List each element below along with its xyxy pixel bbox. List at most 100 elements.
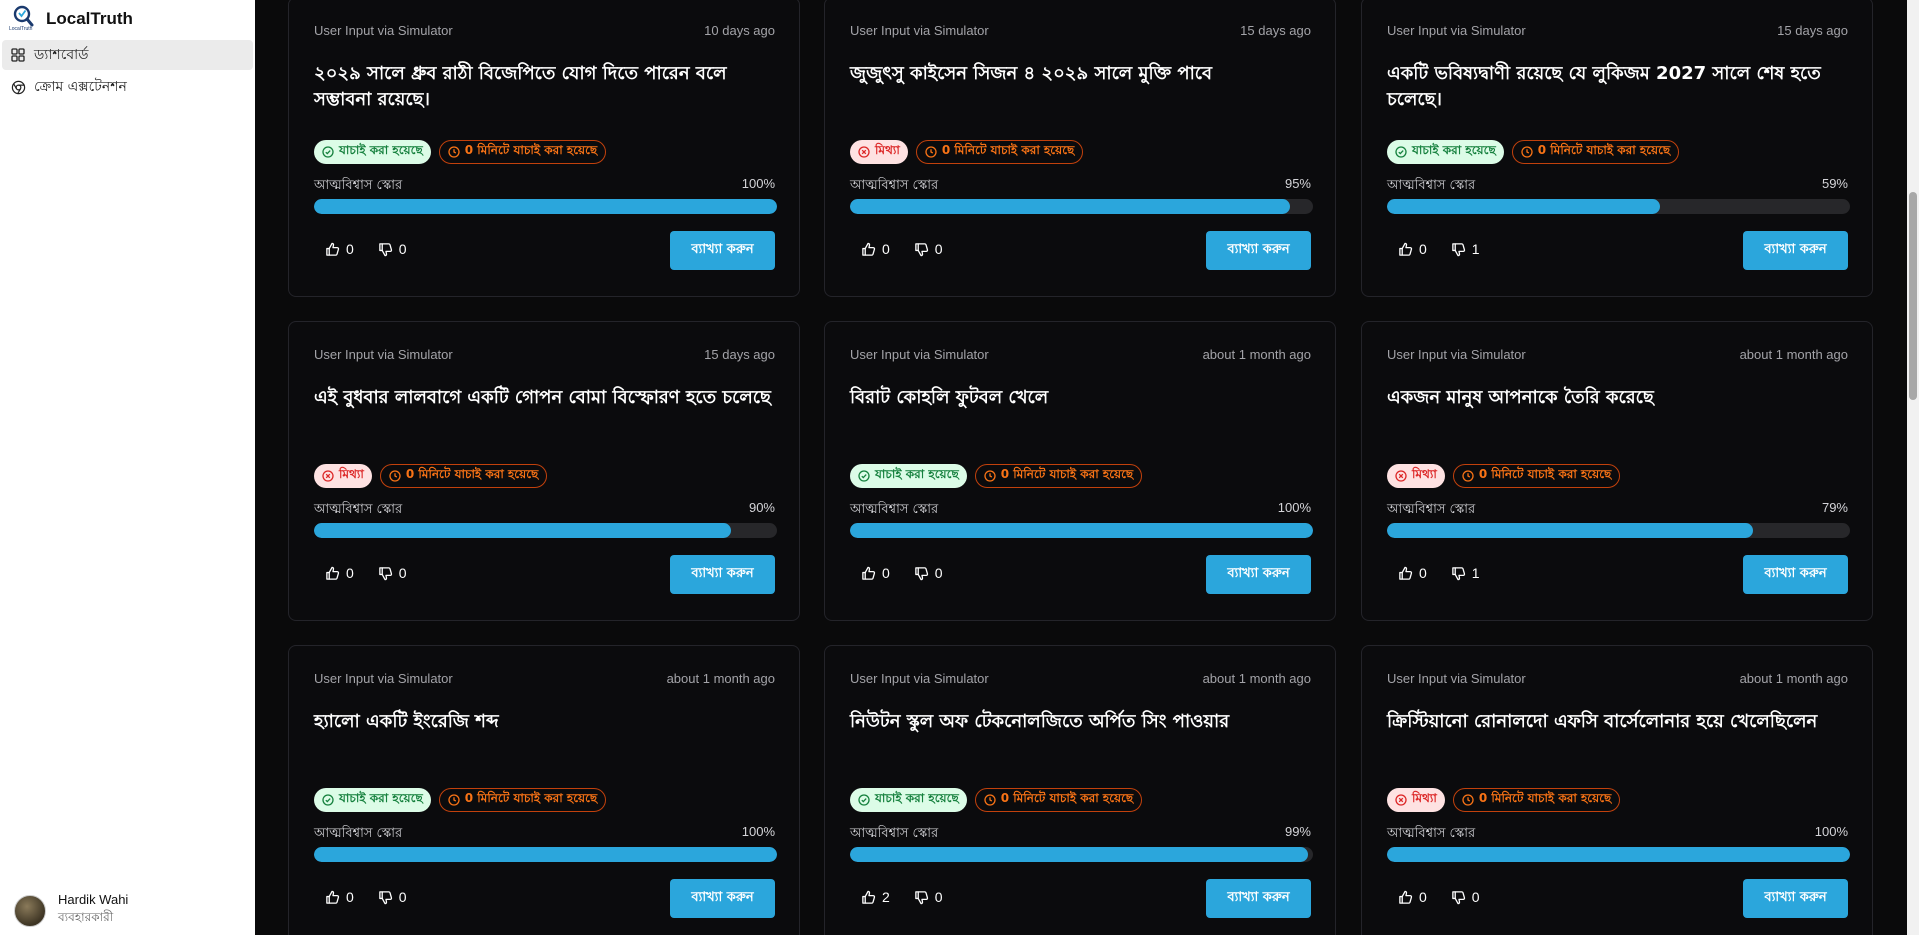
card-claim-title: ২০২৯ সালে ধ্রুব রাঠী বিজেপিতে যোগ দিতে প… bbox=[314, 63, 727, 110]
confidence-bar bbox=[314, 847, 777, 862]
downvote-button[interactable]: 0 bbox=[914, 889, 943, 905]
fact-check-card: User Input via Simulator 10 days ago ২০২৯ … bbox=[288, 0, 800, 297]
card-source: User Input via Simulator bbox=[850, 347, 989, 362]
card-claim-title: এই বুধবার লালবাগে একটি গোপন বোমা বিস্ফোর… bbox=[314, 387, 771, 408]
confidence-bar-fill bbox=[314, 199, 777, 214]
upvote-button[interactable]: 2 bbox=[861, 889, 890, 905]
sidebar-item-dashboard[interactable]: ড্যাশবোর্ড bbox=[2, 40, 253, 70]
x-circle-icon bbox=[858, 146, 870, 158]
card-source: User Input via Simulator bbox=[1387, 671, 1526, 686]
downvote-button[interactable]: 0 bbox=[1451, 889, 1480, 905]
card-claim-title: নিউটন স্কুল অফ টেকনোলজিতে অর্পিত সিং পাও… bbox=[850, 711, 1230, 732]
verify-time-label: 0 মিনিটে যাচাই করা হয়েছে bbox=[1000, 467, 1134, 481]
clock-icon bbox=[1462, 794, 1474, 806]
upvote-button[interactable]: 0 bbox=[861, 241, 890, 257]
upvote-button[interactable]: 0 bbox=[861, 565, 890, 581]
confidence-bar-fill bbox=[850, 523, 1313, 538]
card-claim-title: বিরাট কোহলি ফুটবল খেলে bbox=[850, 387, 1049, 408]
downvote-button[interactable]: 0 bbox=[378, 241, 407, 257]
thumbs-down-icon bbox=[914, 566, 935, 581]
upvote-button[interactable]: 0 bbox=[1398, 241, 1427, 257]
check-circle-icon bbox=[1395, 146, 1407, 158]
sidebar-item-label: ড্যাশবোর্ড bbox=[34, 47, 89, 63]
downvote-button[interactable]: 1 bbox=[1451, 565, 1480, 581]
card-claim-title: ক্রিস্টিয়ানো রোনালদো এফসি বার্সেলোনার হ… bbox=[1387, 711, 1818, 732]
status-badge: যাচাই করা হয়েছে bbox=[1387, 140, 1504, 164]
status-badge: যাচাই করা হয়েছে bbox=[314, 140, 431, 164]
downvote-button[interactable]: 0 bbox=[378, 565, 407, 581]
downvote-button[interactable]: 1 bbox=[1451, 241, 1480, 257]
confidence-bar-fill bbox=[850, 847, 1309, 862]
downvote-button[interactable]: 0 bbox=[914, 241, 943, 257]
explain-button[interactable]: ব্যাখ্যা করুন bbox=[670, 231, 775, 270]
confidence-bar bbox=[1387, 523, 1850, 538]
upvote-button[interactable]: 0 bbox=[325, 565, 354, 581]
verify-time-label: 0 মিনিটে যাচাই করা হয়েছে bbox=[1000, 791, 1134, 805]
confidence-label: আত্মবিশ্বাস স্কোর bbox=[1387, 502, 1476, 517]
verify-time-badge: 0 মিনিটে যাচাই করা হয়েছে bbox=[1452, 464, 1621, 488]
check-circle-icon bbox=[858, 794, 870, 806]
clock-icon bbox=[448, 794, 460, 806]
explain-button[interactable]: ব্যাখ্যা করুন bbox=[1743, 555, 1848, 594]
card-time-ago: 10 days ago bbox=[704, 23, 775, 38]
explain-button[interactable]: ব্যাখ্যা করুন bbox=[1206, 555, 1311, 594]
status-badge-label: মিথ্যা bbox=[1412, 791, 1437, 805]
status-badge-label: যাচাই করা হয়েছে bbox=[1412, 143, 1496, 157]
upvote-button[interactable]: 0 bbox=[325, 889, 354, 905]
status-badge: মিথ্যা bbox=[314, 464, 372, 488]
confidence-bar-fill bbox=[314, 847, 777, 862]
downvote-button[interactable]: 0 bbox=[378, 889, 407, 905]
scrollbar[interactable] bbox=[1907, 0, 1919, 935]
logo-text: LocalTruth bbox=[9, 26, 33, 32]
card-badges: যাচাই করা হয়েছে 0 মিনিটে যাচাই করা হয়েছ… bbox=[314, 788, 607, 812]
app-name: LocalTruth bbox=[46, 9, 133, 28]
card-claim-title: একজন মানুষ আপনাকে তৈরি করেছে bbox=[1387, 387, 1654, 408]
upvote-button[interactable]: 0 bbox=[325, 241, 354, 257]
thumbs-up-icon bbox=[325, 242, 346, 257]
check-circle-icon bbox=[858, 470, 870, 482]
card-source: User Input via Simulator bbox=[314, 347, 453, 362]
verify-time-badge: 0 মিনিটে যাচাই করা হয়েছে bbox=[379, 464, 548, 488]
logo-icon: LocalTruth bbox=[9, 4, 38, 34]
downvote-button[interactable]: 0 bbox=[914, 565, 943, 581]
verify-time-label: 0 মিনিটে যাচাই করা হয়েছে bbox=[941, 143, 1075, 157]
confidence-bar-fill bbox=[1387, 523, 1753, 538]
explain-button[interactable]: ব্যাখ্যা করুন bbox=[670, 879, 775, 918]
explain-button[interactable]: ব্যাখ্যা করুন bbox=[1743, 879, 1848, 918]
upvote-button[interactable]: 0 bbox=[1398, 889, 1427, 905]
confidence-bar bbox=[314, 523, 777, 538]
upvote-count: 0 bbox=[882, 241, 890, 257]
confidence-label: আত্মবিশ্বাস স্কোর bbox=[314, 178, 403, 193]
verify-time-label: 0 মিনিটে যাচাই করা হয়েছে bbox=[464, 791, 598, 805]
check-circle-icon bbox=[322, 794, 334, 806]
avatar bbox=[14, 894, 46, 927]
confidence-label: আত্মবিশ্বাস স্কোর bbox=[850, 502, 939, 517]
thumbs-down-icon bbox=[1451, 890, 1472, 905]
explain-button[interactable]: ব্যাখ্যা করুন bbox=[670, 555, 775, 594]
explain-button[interactable]: ব্যাখ্যা করুন bbox=[1743, 231, 1848, 270]
explain-button[interactable]: ব্যাখ্যা করুন bbox=[1206, 231, 1311, 270]
upvote-button[interactable]: 0 bbox=[1398, 565, 1427, 581]
sidebar-item-chrome-extension[interactable]: ক্রোম এক্সটেনশন bbox=[2, 72, 253, 102]
brand[interactable]: LocalTruth LocalTruth bbox=[0, 0, 255, 38]
vote-controls: 00 bbox=[325, 565, 431, 581]
upvote-count: 0 bbox=[1419, 241, 1427, 257]
card-source: User Input via Simulator bbox=[1387, 347, 1526, 362]
confidence-bar bbox=[850, 523, 1313, 538]
card-source: User Input via Simulator bbox=[850, 23, 989, 38]
clock-icon bbox=[925, 146, 937, 158]
confidence-bar bbox=[1387, 847, 1850, 862]
thumbs-down-icon bbox=[914, 242, 935, 257]
confidence-label: আত্মবিশ্বাস স্কোর bbox=[850, 826, 939, 841]
status-badge-label: যাচাই করা হয়েছে bbox=[339, 791, 423, 805]
explain-button[interactable]: ব্যাখ্যা করুন bbox=[1206, 879, 1311, 918]
scrollbar-thumb[interactable] bbox=[1909, 192, 1917, 400]
status-badge: যাচাই করা হয়েছে bbox=[850, 464, 967, 488]
verify-time-label: 0 মিনিটে যাচাই করা হয়েছে bbox=[405, 467, 539, 481]
downvote-count: 0 bbox=[1471, 889, 1480, 905]
card-time-ago: 15 days ago bbox=[1240, 23, 1311, 38]
user-profile[interactable]: Hardik Wahi ব্যবহারকারী bbox=[14, 892, 128, 929]
user-name: Hardik Wahi bbox=[58, 892, 129, 907]
confidence-bar bbox=[1387, 199, 1850, 214]
verify-time-badge: 0 মিনিটে যাচাই করা হয়েছে bbox=[1452, 788, 1621, 812]
